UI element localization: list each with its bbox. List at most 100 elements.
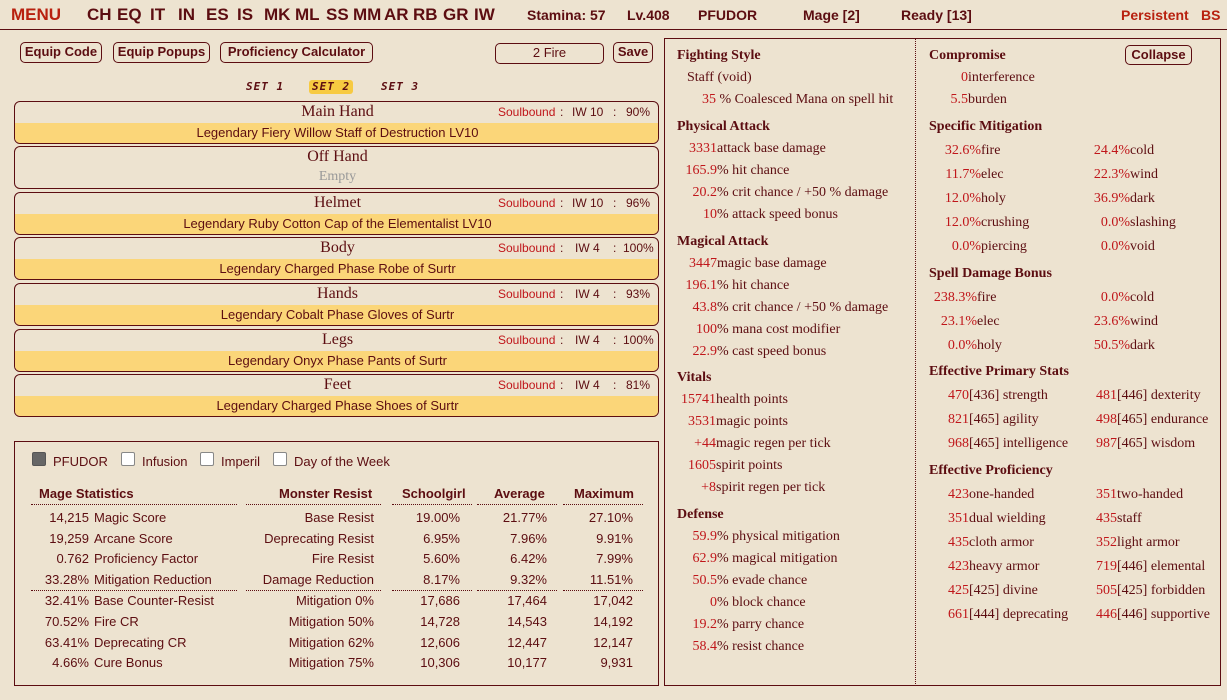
nav-mk[interactable]: MK	[264, 5, 290, 25]
schoolgirl-value: 12,606	[420, 635, 460, 650]
proficiency-calculator-button[interactable]: Proficiency Calculator	[220, 42, 373, 63]
maximum-value: 7.99%	[596, 551, 633, 566]
average-value: 12,447	[507, 635, 547, 650]
menu-button[interactable]: MENU	[11, 5, 61, 25]
checkbox-pfudor[interactable]	[32, 452, 46, 466]
coalesced-mana-line: 35 % Coalesced Mana on spell hit	[702, 92, 893, 108]
stat-label: [465] intelligence	[969, 436, 1069, 451]
tab-set-2[interactable]: SET 2	[309, 80, 354, 94]
tab-set-1[interactable]: SET 1	[243, 80, 287, 94]
checkbox-day-of-week[interactable]	[273, 452, 287, 466]
nav-iw[interactable]: IW	[474, 5, 495, 25]
slot-feet[interactable]: Feet Soulbound : IW 4 : 81% Legendary Ch…	[14, 374, 659, 417]
stat-label: burden	[968, 92, 1007, 107]
nav-is[interactable]: IS	[237, 5, 253, 25]
equip-popups-button[interactable]: Equip Popups	[113, 42, 210, 63]
mage-stat-value: 70.52%	[44, 614, 89, 629]
stat-label: magic points	[716, 414, 788, 429]
stat-value: 498	[1096, 412, 1117, 427]
stat-value: 12.0%	[944, 191, 981, 206]
maximum-value: 9.91%	[596, 531, 633, 546]
fire-field[interactable]: 2 Fire	[495, 43, 604, 64]
tag-sep: :	[613, 333, 617, 347]
slot-hands[interactable]: Hands Soulbound : IW 4 : 93% Legendary C…	[14, 283, 659, 326]
equipped-item[interactable]: Legendary Cobalt Phase Gloves of Surtr	[15, 305, 658, 325]
stat-value: 1605	[688, 458, 716, 473]
tag-sep: :	[613, 105, 617, 119]
durability-tag: 100%	[623, 333, 654, 347]
stat-value: 50.5%	[1093, 338, 1130, 353]
stat-label: % parry chance	[717, 617, 805, 632]
nav-ss[interactable]: SS	[326, 5, 349, 25]
checkbox-imperil[interactable]	[200, 452, 214, 466]
durability-tag: 93%	[626, 287, 651, 301]
schoolgirl-value: 19.00%	[415, 510, 460, 525]
stat-label: dual wielding	[969, 511, 1046, 526]
mage-stat-label: Base Counter-Resist	[94, 593, 214, 608]
physical-attack-title: Physical Attack	[677, 119, 770, 134]
stat-value: 968	[948, 436, 969, 451]
stat-label: cold	[1130, 290, 1155, 305]
bs-link[interactable]: BS	[1201, 7, 1220, 23]
stat-value: 505	[1096, 583, 1117, 598]
nav-rb[interactable]: RB	[413, 5, 438, 25]
iw-tag: IW 4	[575, 287, 600, 301]
slot-main-hand[interactable]: Main Hand Soulbound : IW 10 : 90% Legend…	[14, 101, 659, 144]
checkbox-pfudor-label: PFUDOR	[53, 454, 108, 469]
spell-damage-title: Spell Damage Bonus	[929, 266, 1052, 281]
iw-tag: IW 4	[575, 378, 600, 392]
slot-body[interactable]: Body Soulbound : IW 4 : 100% Legendary C…	[14, 237, 659, 280]
stat-label: % hit chance	[717, 163, 790, 178]
mage-stat-value: 4.66%	[52, 655, 89, 670]
soulbound-tag: Soulbound	[498, 287, 556, 301]
nav-eq[interactable]: EQ	[117, 5, 142, 25]
stat-value: 481	[1096, 388, 1117, 403]
stat-label: light armor	[1117, 535, 1180, 550]
soulbound-tag: Soulbound	[498, 196, 556, 210]
slot-helmet[interactable]: Helmet Soulbound : IW 10 : 96% Legendary…	[14, 192, 659, 235]
slot-off-hand[interactable]: Off Hand Empty	[14, 146, 659, 189]
save-button[interactable]: Save	[613, 42, 653, 63]
equipped-item[interactable]: Legendary Onyx Phase Pants of Surtr	[15, 351, 658, 371]
collapse-button[interactable]: Collapse	[1125, 45, 1192, 65]
stat-value: 821	[948, 412, 969, 427]
divider	[31, 504, 237, 505]
soulbound-tag: Soulbound	[498, 241, 556, 255]
divider	[563, 504, 643, 505]
nav-it[interactable]: IT	[150, 5, 165, 25]
equipped-item[interactable]: Legendary Charged Phase Shoes of Surtr	[15, 396, 658, 416]
equip-code-button[interactable]: Equip Code	[20, 42, 102, 63]
average-value: 10,177	[507, 655, 547, 670]
nav-ml[interactable]: ML	[295, 5, 320, 25]
stat-label: [446] dexterity	[1117, 388, 1201, 403]
equipped-item[interactable]: Legendary Charged Phase Robe of Surtr	[15, 259, 658, 279]
nav-mm[interactable]: MM	[353, 5, 381, 25]
stat-value: 352	[1096, 535, 1117, 550]
nav-in[interactable]: IN	[178, 5, 195, 25]
durability-tag: 90%	[626, 105, 651, 119]
nav-ch[interactable]: CH	[87, 5, 112, 25]
persistent-link[interactable]: Persistent	[1121, 7, 1189, 23]
nav-ar[interactable]: AR	[384, 5, 409, 25]
iw-tag: IW 10	[572, 105, 604, 119]
slot-legs[interactable]: Legs Soulbound : IW 4 : 100% Legendary O…	[14, 329, 659, 372]
primary-stats-title: Effective Primary Stats	[929, 364, 1069, 379]
mage-stat-value: 33.28%	[44, 572, 89, 587]
nav-es[interactable]: ES	[206, 5, 229, 25]
mage-stat-label: Proficiency Factor	[94, 551, 199, 566]
equipped-item[interactable]: Legendary Fiery Willow Staff of Destruct…	[15, 123, 658, 143]
equipped-item[interactable]: Legendary Ruby Cotton Cap of the Element…	[15, 214, 658, 234]
iw-tag: IW 10	[572, 196, 604, 210]
divider	[246, 504, 381, 505]
iw-tag: IW 4	[575, 241, 600, 255]
tag-sep: :	[613, 196, 617, 210]
nav-gr[interactable]: GR	[443, 5, 469, 25]
stat-label: [446] supportive	[1117, 607, 1210, 622]
maximum-header: Maximum	[574, 486, 634, 501]
stat-value: 35	[702, 92, 716, 107]
checkbox-infusion[interactable]	[121, 452, 135, 466]
stat-label: % physical mitigation	[717, 529, 840, 544]
stat-value: 20.2	[692, 185, 718, 200]
stat-label: magic regen per tick	[716, 436, 831, 451]
tab-set-3[interactable]: SET 3	[378, 80, 422, 94]
